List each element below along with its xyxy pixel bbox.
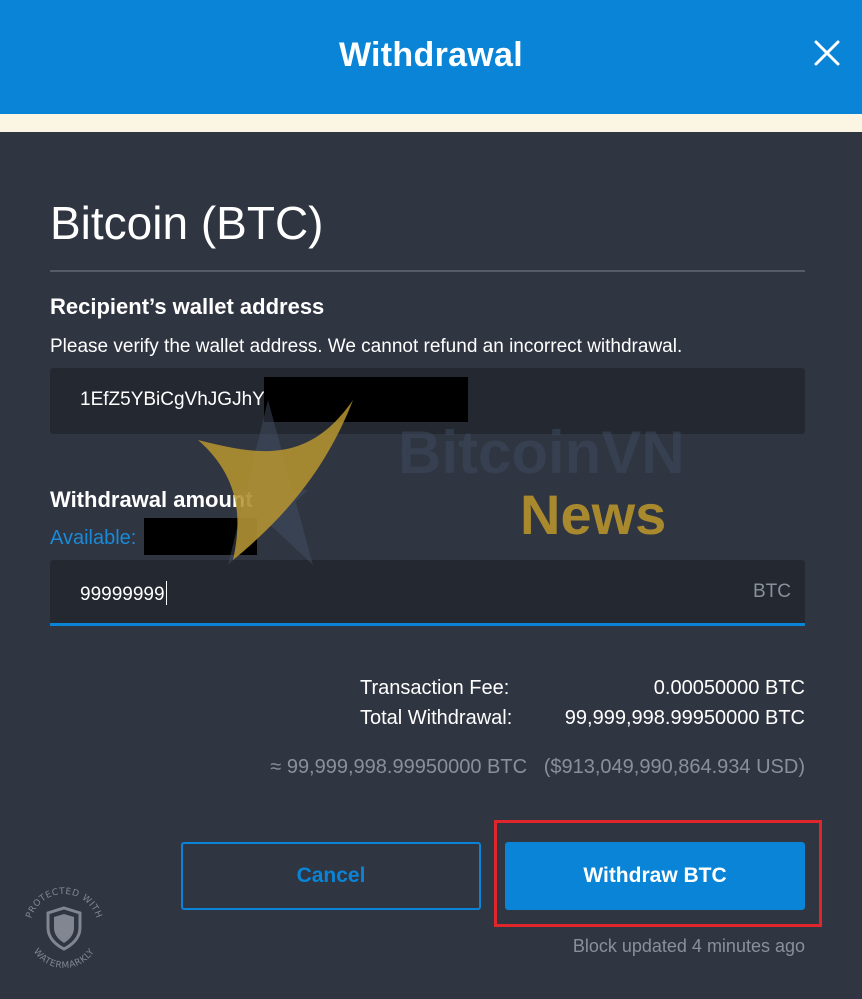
dialog-title: Withdrawal [338,35,524,74]
wallet-address-value: 1EfZ5YBiCgVhJGJhY [80,389,265,410]
approx-usd: ($913,049,990,864.934 USD) [543,756,805,778]
close-icon [814,40,840,66]
block-updated-status: Block updated 4 minutes ago [572,936,805,956]
coin-title: Bitcoin (BTC) [50,197,324,249]
redacted-balance [144,518,257,555]
amount-value: 99999999 [80,584,165,605]
fee-value: 0.00050000 BTC [653,677,805,699]
recipient-label: Recipient’s wallet address [50,294,325,319]
amount-label: Withdrawal amount [50,487,253,512]
withdraw-button[interactable]: Withdraw BTC [505,842,805,910]
redacted-address [264,377,468,422]
available-balance-label[interactable]: Available: [50,527,136,550]
fee-row: Transaction Fee: 0.00050000 BTC [360,677,805,700]
text-caret [165,581,167,605]
total-value: 99,999,998.99950000 BTC [564,707,805,729]
recipient-hint: Please verify the wallet address. We can… [50,336,683,357]
cancel-button[interactable]: Cancel [181,842,481,910]
amount-unit: BTC [753,581,791,602]
total-row: Total Withdrawal: 99,999,998.99950000 BT… [360,707,805,730]
amount-value-wrap: 99999999 [80,581,167,606]
withdrawal-amount-input[interactable]: 99999999 BTC [50,560,805,626]
close-button[interactable] [812,38,842,68]
total-label: Total Withdrawal: [360,707,513,729]
fee-label: Transaction Fee: [360,677,510,699]
divider [50,270,805,272]
approx-conversion: ≈ 99,999,998.99950000 BTC ($913,049,990,… [270,756,805,779]
notice-strip [0,114,862,132]
approx-btc: ≈ 99,999,998.99950000 BTC [270,756,528,778]
dialog-header: Withdrawal [0,0,862,114]
